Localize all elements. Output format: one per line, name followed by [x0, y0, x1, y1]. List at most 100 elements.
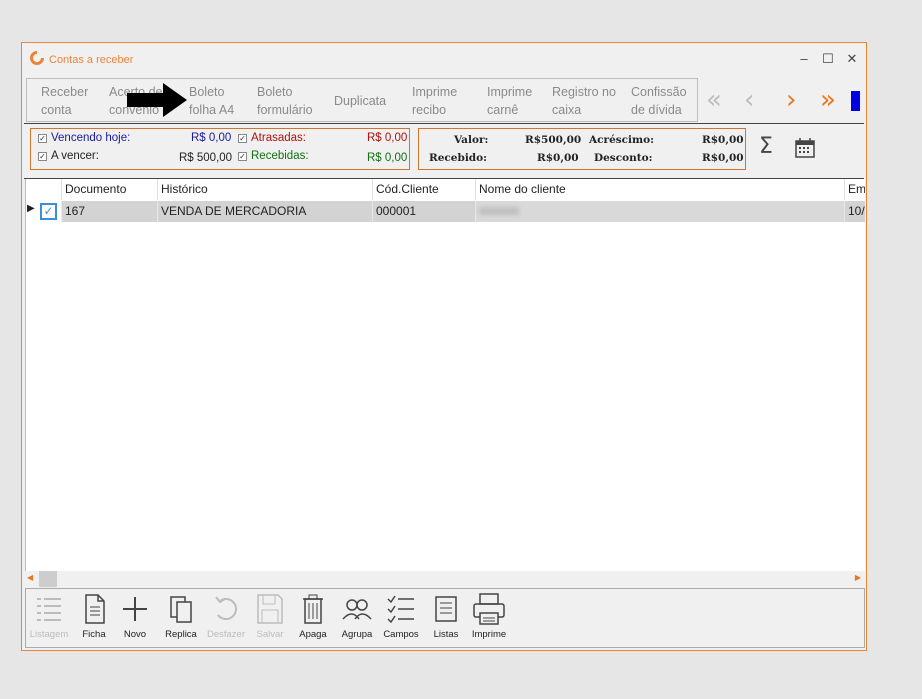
- copy-icon: [170, 596, 192, 623]
- row-pointer-icon: ▶: [27, 203, 35, 214]
- campos-button[interactable]: Campos: [380, 591, 422, 640]
- check-icon: ✓: [238, 134, 247, 143]
- listas-label: Listas: [433, 629, 459, 640]
- desconto-label: Desconto:: [594, 152, 653, 164]
- recebido-value: R$0,00: [537, 152, 579, 164]
- cell-cod-cliente: 000001: [373, 201, 476, 222]
- calendar-icon[interactable]: [794, 137, 816, 159]
- scroll-right-icon[interactable]: ▶: [855, 573, 861, 582]
- plus-icon: [123, 597, 147, 621]
- check-icon: ✓: [38, 134, 47, 143]
- imprime-carne-button[interactable]: Imprime carnê: [487, 83, 532, 119]
- prev-record-button[interactable]: ‹: [744, 83, 754, 117]
- apaga-label: Apaga: [299, 629, 327, 640]
- column-header-emissao[interactable]: Em: [845, 179, 865, 200]
- agrupa-button[interactable]: Agrupa: [336, 591, 378, 640]
- table-row[interactable]: ✓ 167 VENDA DE MERCADORIA 000001 10/: [36, 201, 865, 222]
- totals-panel: Valor: R$500,00 Recebido: R$0,00 Acrésci…: [418, 128, 746, 170]
- listagem-button[interactable]: Listagem: [28, 591, 70, 640]
- desfazer-button[interactable]: Desfazer: [205, 591, 247, 640]
- campos-label: Campos: [383, 629, 419, 640]
- select-column-header: [36, 179, 62, 200]
- sum-icon[interactable]: Σ: [759, 134, 773, 159]
- atrasadas-checkbox[interactable]: ✓ Atrasadas:: [238, 132, 306, 144]
- acrescimo-value: R$0,00: [702, 134, 744, 146]
- recebidas-checkbox[interactable]: ✓ Recebidas:: [238, 150, 309, 162]
- replica-label: Replica: [165, 629, 197, 640]
- row-checkbox[interactable]: ✓: [36, 201, 62, 222]
- a-vencer-label: A vencer:: [51, 150, 99, 162]
- recebidas-value: R$ 0,00: [367, 152, 408, 164]
- blurred-name: [479, 207, 519, 215]
- form-list-icon: [435, 596, 457, 622]
- first-record-button[interactable]: «: [706, 83, 722, 117]
- vencendo-hoje-value: R$ 0,00: [191, 132, 232, 144]
- minimize-button[interactable]: ‒: [793, 49, 815, 69]
- column-header-cod-cliente[interactable]: Cód.Cliente: [373, 179, 476, 200]
- app-logo-icon: [30, 51, 44, 65]
- replica-button[interactable]: Replica: [160, 591, 202, 640]
- filter-panel: ✓ Vencendo hoje: R$ 0,00 ✓ A vencer: R$ 50…: [30, 128, 410, 170]
- horizontal-scrollbar[interactable]: ◀ ▶: [25, 571, 865, 587]
- last-record-button[interactable]: »: [820, 83, 836, 117]
- list-icon: [37, 598, 61, 621]
- a-vencer-value: R$ 500,00: [179, 152, 233, 164]
- cell-historico: VENDA DE MERCADORIA: [158, 201, 373, 222]
- vencendo-hoje-checkbox[interactable]: ✓ Vencendo hoje:: [38, 132, 130, 144]
- imprime-button[interactable]: Imprime: [468, 591, 510, 640]
- cell-emissao: 10/: [845, 201, 865, 222]
- listas-button[interactable]: Listas: [425, 591, 467, 640]
- vencendo-hoje-label: Vencendo hoje:: [51, 132, 131, 144]
- column-header-historico[interactable]: Histórico: [158, 179, 373, 200]
- cell-nome-cliente: [476, 201, 845, 222]
- group-icon: [342, 599, 372, 620]
- desconto-value: R$0,00: [702, 152, 744, 164]
- novo-button[interactable]: Novo: [114, 591, 156, 640]
- bottom-toolbar: Listagem Ficha Novo Replica Desfazer Sal…: [25, 588, 865, 648]
- valor-label: Valor:: [454, 134, 489, 146]
- records-grid: Documento Histórico Cód.Cliente Nome do …: [25, 179, 865, 587]
- contas-a-receber-window: Contas a receber ‒ ☐ ✕ Receber conta Ace…: [21, 42, 867, 651]
- atrasadas-label: Atrasadas:: [251, 132, 306, 144]
- title-bar: Contas a receber ‒ ☐ ✕: [22, 43, 866, 75]
- a-vencer-checkbox[interactable]: ✓ A vencer:: [38, 150, 99, 162]
- checklist-icon: [387, 595, 414, 624]
- valor-value: R$500,00: [525, 134, 582, 146]
- printer-icon: [473, 593, 505, 625]
- desfazer-label: Desfazer: [206, 629, 245, 640]
- save-icon: [257, 594, 283, 624]
- salvar-button[interactable]: Salvar: [249, 591, 291, 640]
- check-icon: ✓: [38, 152, 47, 161]
- maximize-button[interactable]: ☐: [817, 49, 839, 69]
- salvar-label: Salvar: [256, 629, 284, 640]
- scroll-thumb[interactable]: [39, 571, 57, 587]
- check-icon: ✓: [40, 203, 57, 220]
- blue-indicator: [851, 91, 860, 111]
- atrasadas-value: R$ 0,00: [367, 132, 408, 144]
- boleto-formulario-button[interactable]: Boleto formulário: [257, 83, 313, 119]
- column-header-documento[interactable]: Documento: [62, 179, 158, 200]
- registro-caixa-button[interactable]: Registro no caixa: [552, 83, 616, 119]
- duplicata-button[interactable]: Duplicata: [334, 92, 386, 110]
- close-button[interactable]: ✕: [841, 49, 863, 69]
- novo-label: Novo: [123, 629, 147, 640]
- imprime-recibo-button[interactable]: Imprime recibo: [412, 83, 457, 119]
- listagem-label: Listagem: [29, 629, 69, 640]
- acrescimo-label: Acréscimo:: [589, 134, 655, 146]
- pointer-arrow-icon: [127, 83, 187, 117]
- ficha-button[interactable]: Ficha: [73, 591, 115, 640]
- confissao-divida-button[interactable]: Confissão de dívida: [631, 83, 687, 119]
- scroll-left-icon[interactable]: ◀: [27, 573, 33, 582]
- document-icon: [85, 594, 105, 624]
- undo-icon: [215, 596, 237, 620]
- next-record-button[interactable]: ›: [786, 83, 796, 117]
- window-title: Contas a receber: [49, 54, 134, 66]
- apaga-button[interactable]: Apaga: [292, 591, 334, 640]
- column-header-nome-cliente[interactable]: Nome do cliente: [476, 179, 845, 200]
- receber-conta-button[interactable]: Receber conta: [41, 83, 88, 119]
- trash-icon: [303, 594, 323, 624]
- recebidas-label: Recebidas:: [251, 150, 309, 162]
- cell-documento: 167: [62, 201, 158, 222]
- boleto-folha-a4-button[interactable]: Boleto folha A4: [189, 83, 234, 119]
- imprime-label: Imprime: [471, 629, 507, 640]
